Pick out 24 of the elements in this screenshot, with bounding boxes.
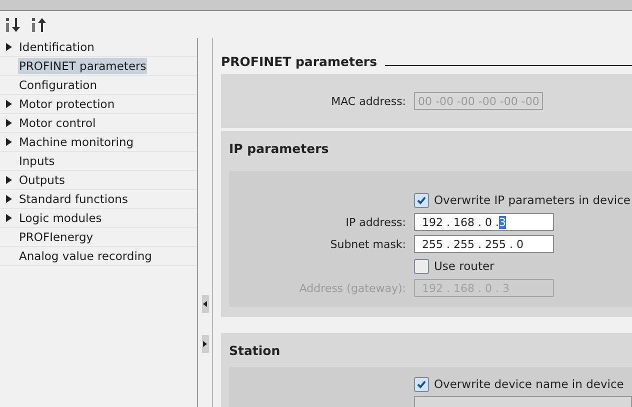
checkbox-label: Use router — [434, 259, 494, 273]
field-label: Subnet mask: — [329, 238, 407, 250]
tree-item[interactable]: Outputs — [18, 172, 66, 188]
tree-item[interactable]: Analog value recording — [18, 248, 153, 264]
address-field[interactable]: 192 . 168 . 0 .3 — [414, 213, 554, 231]
tree-item[interactable]: Identification — [18, 39, 96, 55]
tree-item[interactable]: PROFINET parameters — [18, 58, 148, 74]
page-title: PROFINET parameters — [221, 54, 378, 70]
tree-item[interactable]: Motor protection — [18, 96, 116, 112]
tree-item[interactable]: Inputs — [18, 153, 56, 169]
address-field[interactable]: 255 . 255 . 255 . 0 — [414, 235, 554, 253]
tree-item[interactable]: Motor control — [18, 115, 97, 131]
tree-item[interactable]: Configuration — [18, 77, 98, 93]
section-title: IP parameters — [228, 140, 330, 158]
tree-item[interactable]: Machine monitoring — [18, 134, 135, 150]
tree-item[interactable]: Logic modules — [18, 210, 103, 226]
field-label: MAC address: — [330, 94, 407, 108]
mac-address-field: 00 -00 -00 -00 -00 -00 — [414, 92, 544, 110]
section-title: Station — [228, 342, 282, 360]
tree-item[interactable]: Standard functions — [18, 191, 129, 207]
checkbox-label: Overwrite IP parameters in device — [434, 193, 630, 207]
field-label: IP address: — [344, 216, 407, 228]
tree-item[interactable]: PROFIenergy — [18, 229, 94, 245]
checkbox-label: Overwrite device name in device — [434, 377, 624, 391]
